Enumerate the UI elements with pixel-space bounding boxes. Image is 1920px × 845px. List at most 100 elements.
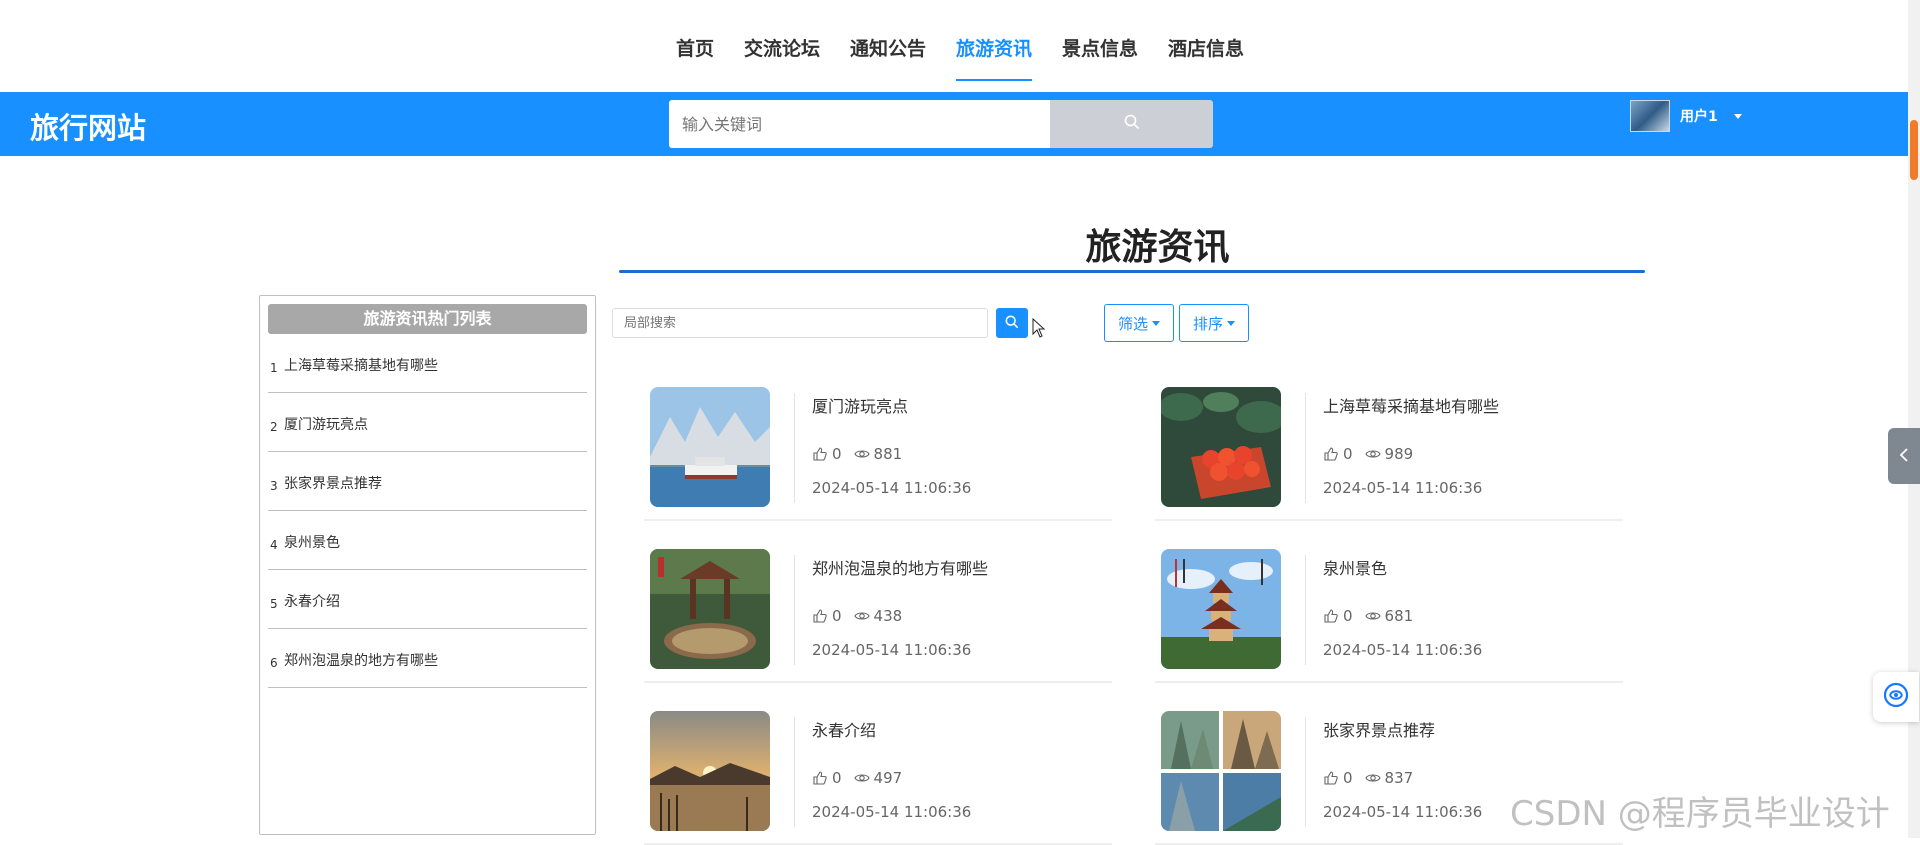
hot-item-label[interactable]: 上海草莓采摘基地有哪些 xyxy=(284,355,438,375)
thumbs-up-icon[interactable] xyxy=(1323,446,1339,462)
article-thumbnail[interactable] xyxy=(1161,387,1281,507)
hot-item-number: 4 xyxy=(270,538,278,552)
eye-icon xyxy=(1364,446,1381,462)
card-divider xyxy=(1305,555,1306,665)
page-title: 旅游资讯 xyxy=(1085,227,1230,268)
hot-item-number: 3 xyxy=(270,479,278,493)
article-thumbnail[interactable] xyxy=(1161,549,1281,669)
article-date: 2024-05-14 11:06:36 xyxy=(1323,479,1483,497)
thumbs-up-icon[interactable] xyxy=(812,446,828,462)
hot-list-title: 旅游资讯热门列表 xyxy=(268,304,587,334)
nav-item-notices[interactable]: 通知公告 xyxy=(850,34,926,87)
like-count: 0 xyxy=(832,607,842,625)
nav-item-hotels[interactable]: 酒店信息 xyxy=(1168,34,1244,87)
chevron-down-icon xyxy=(1227,320,1235,326)
article-stats: 0 837 xyxy=(1323,769,1413,787)
translate-icon xyxy=(1883,682,1909,712)
article-card[interactable]: 上海草莓采摘基地有哪些 0 989 2024-05-14 11:06:36 xyxy=(1155,385,1623,521)
chevron-down-icon[interactable] xyxy=(1733,113,1742,119)
card-divider xyxy=(794,393,795,503)
like-count: 0 xyxy=(1343,607,1353,625)
floating-helper-button[interactable] xyxy=(1873,672,1919,722)
view-count: 681 xyxy=(1384,607,1414,625)
article-card[interactable]: 厦门游玩亮点 0 881 2024-05-14 11:06:36 xyxy=(644,385,1112,521)
article-card[interactable]: 永春介绍 0 497 2024-05-14 11:06:36 xyxy=(644,709,1112,845)
nav-item-forum[interactable]: 交流论坛 xyxy=(744,34,820,87)
hot-list-item[interactable]: 6 郑州泡温泉的地方有哪些 xyxy=(268,629,587,688)
article-stats: 0 681 xyxy=(1323,607,1413,625)
hot-item-label[interactable]: 泉州景色 xyxy=(284,532,340,552)
article-title[interactable]: 张家界景点推荐 xyxy=(1323,717,1435,741)
chevron-down-icon xyxy=(1152,320,1160,326)
thumbs-up-icon[interactable] xyxy=(812,608,828,624)
hot-list-item[interactable]: 1 上海草莓采摘基地有哪些 xyxy=(268,334,587,393)
hot-item-number: 2 xyxy=(270,420,278,434)
local-search-button[interactable] xyxy=(996,308,1028,338)
hot-item-label[interactable]: 张家界景点推荐 xyxy=(284,473,382,493)
hot-list: 1 上海草莓采摘基地有哪些 2 厦门游玩亮点 3 张家界景点推荐 4 泉州景色 … xyxy=(268,334,587,688)
view-count: 881 xyxy=(873,445,903,463)
article-date: 2024-05-14 11:06:36 xyxy=(1323,803,1483,821)
eye-icon xyxy=(853,446,870,462)
hot-list-item[interactable]: 4 泉州景色 xyxy=(268,511,587,570)
local-search-input[interactable] xyxy=(612,308,988,338)
hot-list-item[interactable]: 3 张家界景点推荐 xyxy=(268,452,587,511)
article-date: 2024-05-14 11:06:36 xyxy=(812,641,972,659)
article-title[interactable]: 郑州泡温泉的地方有哪些 xyxy=(812,555,988,579)
top-navigation: 首页 交流论坛 通知公告 旅游资讯 景点信息 酒店信息 xyxy=(0,0,1920,92)
eye-icon xyxy=(853,608,870,624)
article-date: 2024-05-14 11:06:36 xyxy=(812,479,972,497)
view-count: 989 xyxy=(1384,445,1414,463)
user-menu[interactable]: 用户1 xyxy=(1630,100,1742,132)
watermark: CSDN @程序员毕业设计 xyxy=(1510,794,1890,834)
nav-item-home[interactable]: 首页 xyxy=(676,34,714,87)
sort-button[interactable]: 排序 xyxy=(1179,304,1249,342)
hot-item-label[interactable]: 郑州泡温泉的地方有哪些 xyxy=(284,650,438,670)
article-title[interactable]: 永春介绍 xyxy=(812,717,876,741)
filter-button[interactable]: 筛选 xyxy=(1104,304,1174,342)
article-card[interactable]: 泉州景色 0 681 2024-05-14 11:06:36 xyxy=(1155,547,1623,683)
article-thumbnail[interactable] xyxy=(650,711,770,831)
user-name[interactable]: 用户1 xyxy=(1680,106,1718,126)
card-divider xyxy=(1305,717,1306,827)
global-search xyxy=(669,100,1213,148)
like-count: 0 xyxy=(1343,445,1353,463)
search-button[interactable] xyxy=(1050,100,1213,148)
thumbs-up-icon[interactable] xyxy=(1323,770,1339,786)
filter-label: 筛选 xyxy=(1117,314,1148,333)
article-thumbnail[interactable] xyxy=(650,549,770,669)
title-underline xyxy=(619,270,1645,273)
side-collapse-tab[interactable] xyxy=(1888,428,1920,484)
article-card[interactable]: 郑州泡温泉的地方有哪些 0 438 2024-05-14 11:06:36 xyxy=(644,547,1112,683)
thumbs-up-icon[interactable] xyxy=(1323,608,1339,624)
article-title[interactable]: 泉州景色 xyxy=(1323,555,1387,579)
site-brand[interactable]: 旅行网站 xyxy=(30,105,146,147)
nav-item-attractions[interactable]: 景点信息 xyxy=(1062,34,1138,87)
view-count: 837 xyxy=(1384,769,1414,787)
avatar[interactable] xyxy=(1630,100,1670,132)
hot-list-panel: 旅游资讯热门列表 1 上海草莓采摘基地有哪些 2 厦门游玩亮点 3 张家界景点推… xyxy=(259,295,596,835)
nav-item-travel-news[interactable]: 旅游资讯 xyxy=(956,34,1033,87)
nav-items: 首页 交流论坛 通知公告 旅游资讯 景点信息 酒店信息 xyxy=(676,34,1244,87)
card-divider xyxy=(1305,393,1306,503)
article-stats: 0 497 xyxy=(812,769,902,787)
hot-list-item[interactable]: 5 永春介绍 xyxy=(268,570,587,629)
header-bar: 旅行网站 用户1 xyxy=(0,92,1920,156)
hot-list-item[interactable]: 2 厦门游玩亮点 xyxy=(268,393,587,452)
search-input[interactable] xyxy=(669,100,1050,148)
article-thumbnail[interactable] xyxy=(650,387,770,507)
eye-icon xyxy=(853,770,870,786)
article-title[interactable]: 上海草莓采摘基地有哪些 xyxy=(1323,393,1499,417)
view-count: 438 xyxy=(873,607,903,625)
thumbs-up-icon[interactable] xyxy=(812,770,828,786)
card-divider xyxy=(794,717,795,827)
article-thumbnail[interactable] xyxy=(1161,711,1281,831)
scrollbar-thumb[interactable] xyxy=(1910,120,1918,180)
article-date: 2024-05-14 11:06:36 xyxy=(1323,641,1483,659)
article-title[interactable]: 厦门游玩亮点 xyxy=(812,393,908,417)
article-date: 2024-05-14 11:06:36 xyxy=(812,803,972,821)
hot-item-label[interactable]: 厦门游玩亮点 xyxy=(284,414,368,434)
hot-item-number: 6 xyxy=(270,656,278,670)
article-stats: 0 989 xyxy=(1323,445,1413,463)
hot-item-label[interactable]: 永春介绍 xyxy=(284,591,340,611)
